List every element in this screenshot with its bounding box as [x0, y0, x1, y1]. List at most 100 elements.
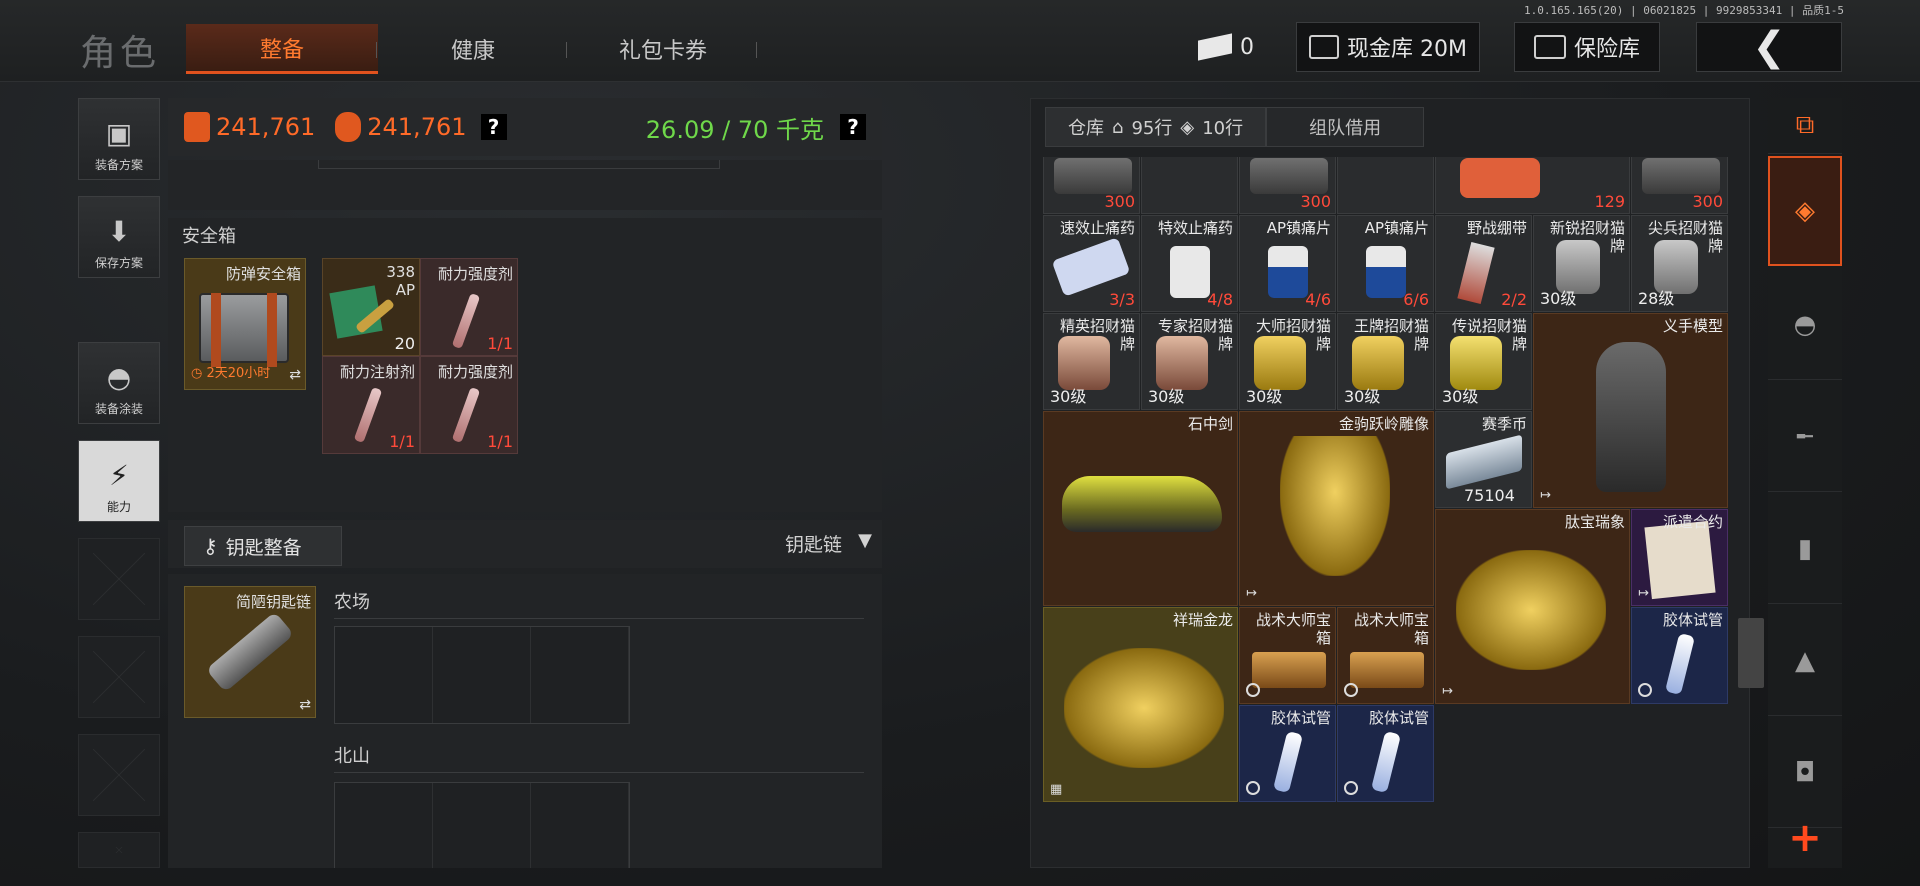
tab-gift-cards[interactable]: 礼包卡券	[568, 24, 758, 74]
loadout-plan-button[interactable]: ▣ 装备方案	[78, 98, 160, 180]
warehouse-item[interactable]: 精英招财猫 牌 30级	[1043, 313, 1140, 410]
warehouse-item[interactable]: 尖兵招财猫 牌 28级	[1631, 215, 1728, 312]
equip-skin-label: 装备涂装	[94, 402, 143, 416]
tickets-count: 0	[1240, 34, 1254, 60]
season-coin-image	[1446, 434, 1522, 490]
insurance-label: 保险库	[1573, 37, 1640, 62]
item-count: 129	[1594, 192, 1625, 211]
pill-bottle-image	[1366, 246, 1406, 298]
warehouse-item[interactable]: AP镇痛片 6/6	[1337, 215, 1434, 312]
clock-icon	[1344, 683, 1358, 697]
item-name: 大师招财猫 牌	[1255, 317, 1331, 353]
warehouse-item[interactable]: 石中剑	[1043, 411, 1238, 606]
item-name: 派遣合约	[1662, 513, 1723, 531]
warehouse-item[interactable]: 金驹跃岭雕像 ↦	[1239, 411, 1434, 606]
warehouse-item[interactable]: 派遣合约 ↦	[1631, 509, 1728, 606]
warehouse-item[interactable]: 肽宝瑞象 ↦	[1435, 509, 1630, 704]
item-name: 速效止痛药	[1059, 219, 1135, 237]
bullet-icon[interactable]: ▲	[1768, 606, 1842, 716]
golden-elephant-image	[1456, 550, 1606, 670]
warehouse-item[interactable]	[1337, 157, 1434, 214]
chevron-down-icon[interactable]: ▼	[858, 530, 872, 551]
clock-icon	[1344, 781, 1358, 795]
tab-warehouse[interactable]: 仓库 ⌂ 95行 ◈ 10行	[1045, 107, 1267, 147]
warehouse-item[interactable]	[1141, 157, 1238, 214]
warehouse-item[interactable]: 野战绷带 2/2	[1435, 215, 1532, 312]
north-mountain-key-slots[interactable]	[334, 782, 630, 868]
warehouse-item[interactable]: 300	[1043, 157, 1140, 214]
warehouse-item[interactable]: 王牌招财猫 牌 30级	[1337, 313, 1434, 410]
farm-key-slots[interactable]	[334, 626, 630, 724]
safe-container-name: 防弹安全箱	[225, 265, 301, 283]
keychain-slot[interactable]: 简陋钥匙链 ⇄	[184, 586, 316, 718]
key-equip-label: 钥匙整备	[225, 536, 302, 559]
warehouse-item[interactable]: 战术大师宝 箱	[1337, 607, 1434, 704]
item-count: 4/8	[1207, 290, 1233, 309]
tickets-counter[interactable]: 0	[1188, 22, 1264, 72]
home-icon: ⌂	[1112, 116, 1124, 138]
safe-item-slot[interactable]: 耐力强度剂 1/1	[420, 356, 518, 454]
warehouse-item[interactable]: AP镇痛片 4/6	[1239, 215, 1336, 312]
warehouse-item[interactable]: 传说招财猫 牌 30级	[1435, 313, 1532, 410]
warehouse-item[interactable]: 新锐招财猫 牌 30级	[1533, 215, 1630, 312]
safe-item-slot[interactable]: 耐力强度剂 1/1	[420, 258, 518, 356]
warehouse-item[interactable]: 300	[1239, 157, 1336, 214]
value-help-icon[interactable]: ?	[480, 114, 507, 140]
warehouse-item[interactable]: 专家招财猫 牌 30级	[1141, 313, 1238, 410]
warehouse-item[interactable]: 胶体试管	[1239, 705, 1336, 802]
swap-icon[interactable]: ⇄	[299, 697, 311, 713]
warehouse-item[interactable]: 义手模型 ↦	[1533, 313, 1728, 508]
item-name: 金驹跃岭雕像	[1338, 415, 1429, 433]
insurance-vault-button[interactable]: 保险库	[1514, 22, 1660, 72]
helmet-icon[interactable]: ◓	[1768, 270, 1842, 380]
save-plan-button[interactable]: ⬇ 保存方案	[78, 196, 160, 278]
cash-vault-button[interactable]: 现金库 20M	[1296, 22, 1480, 72]
tab-equip[interactable]: 整备	[186, 24, 378, 74]
tab-health[interactable]: 健康	[378, 24, 568, 74]
layers-icon[interactable]: ◈	[1768, 156, 1842, 266]
plus-icon[interactable]: +	[1768, 808, 1842, 868]
swap-icon[interactable]: ⇄	[289, 367, 301, 383]
warehouse-item[interactable]: 赛季币 75104	[1435, 411, 1532, 508]
warehouse-item[interactable]: 胶体试管	[1337, 705, 1434, 802]
weight-help-icon[interactable]: ?	[840, 114, 866, 140]
item-level: 28级	[1638, 289, 1675, 308]
equip-skin-button[interactable]: ◓ 装备涂装	[78, 342, 160, 424]
safe-item-slot[interactable]: 338 AP 20	[322, 258, 420, 356]
warehouse-item[interactable]: 祥瑞金龙 ▦	[1043, 607, 1238, 802]
map-label-farm: 农场	[334, 592, 370, 613]
key-equip-button[interactable]: ⚷ 钥匙整备	[184, 526, 342, 566]
lightning-icon: ⚡	[109, 459, 129, 492]
exit-icon: ↦	[1638, 586, 1649, 601]
test-tube-image	[1664, 632, 1696, 696]
layers-refresh-icon[interactable]: ⧉	[1768, 98, 1842, 154]
item-level: 30级	[1344, 387, 1381, 406]
top-bar: 1.0.165.165(20) | 06021825 | 9929853341 …	[0, 0, 1920, 82]
warehouse-item[interactable]: 大师招财猫 牌 30级	[1239, 313, 1336, 410]
equipment-panel: 241,761 241,761 ? 26.09 / 70 千克 ? 安全箱 防弹…	[168, 98, 882, 868]
stim-name: 耐力注射剂	[339, 363, 415, 381]
empty-nav-slot	[78, 538, 160, 620]
keychain-label[interactable]: 钥匙链	[785, 530, 842, 557]
warehouse-item[interactable]: 特效止痛药 4/8	[1141, 215, 1238, 312]
tab-divider	[376, 42, 377, 58]
warehouse-item[interactable]: 300	[1631, 157, 1728, 214]
rifle-icon[interactable]: ╾	[1768, 382, 1842, 492]
backpack-value: 241,761	[367, 113, 467, 141]
tab-team-borrow[interactable]: 组队借用	[1266, 107, 1425, 147]
warehouse-item[interactable]: 战术大师宝 箱	[1239, 607, 1336, 704]
back-button[interactable]: ❮	[1696, 22, 1842, 72]
magazine-icon[interactable]: ▮	[1768, 494, 1842, 604]
item-count: 4/6	[1305, 290, 1331, 309]
clock-icon	[1638, 683, 1652, 697]
warehouse-item[interactable]: 速效止痛药 3/3	[1043, 215, 1140, 312]
warehouse-item[interactable]: 胶体试管	[1631, 607, 1728, 704]
safe-container-slot[interactable]: 防弹安全箱 ◷ 2天20小时 ⇄	[184, 258, 306, 390]
map-label-north-mountain: 北山	[334, 746, 370, 767]
golden-horse-image	[1280, 436, 1390, 576]
warehouse-scrollbar[interactable]	[1738, 618, 1764, 688]
pill-bottle-image	[1268, 246, 1308, 298]
warehouse-item[interactable]: 129	[1435, 157, 1630, 214]
safe-item-slot[interactable]: 耐力注射剂 1/1	[322, 356, 420, 454]
ability-button[interactable]: ⚡ 能力	[78, 440, 160, 522]
